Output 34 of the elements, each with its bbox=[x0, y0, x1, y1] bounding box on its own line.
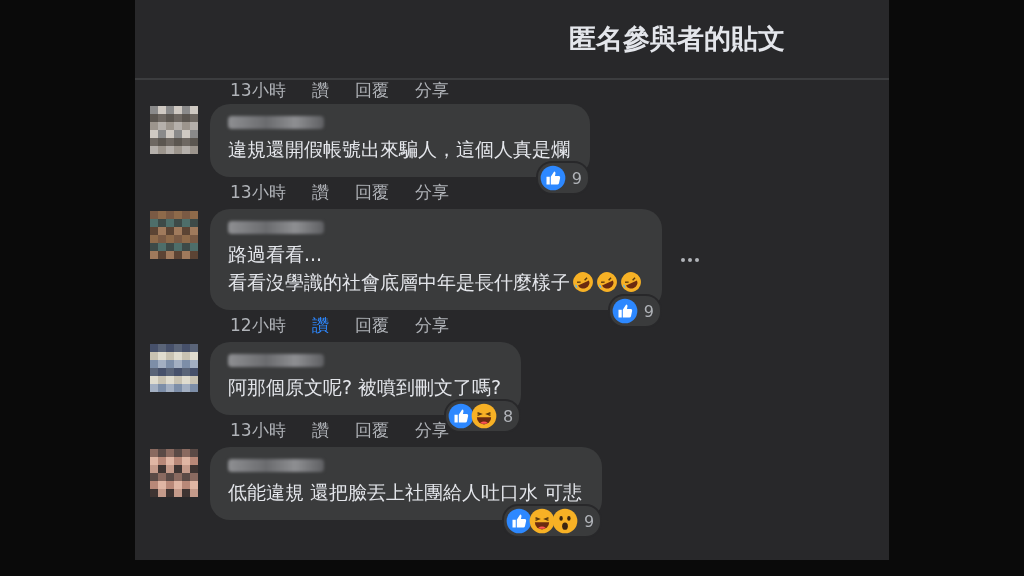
comment-time: 13小時 bbox=[230, 80, 286, 102]
blurred-name[interactable] bbox=[228, 116, 324, 129]
comment-time: 13小時 bbox=[230, 180, 286, 204]
like-link[interactable]: 讚 bbox=[311, 180, 329, 204]
comment-text: 阿那個原文呢? 被噴到刪文了嗎? bbox=[228, 375, 502, 400]
post-title: 匿名參與者的貼文 bbox=[569, 22, 785, 56]
comment-text: 低能違規 還把臉丟上社團給人吐口水 可悲 bbox=[228, 480, 583, 505]
reaction-count[interactable]: 9 bbox=[503, 506, 601, 536]
blurred-name[interactable] bbox=[228, 459, 324, 472]
blurred-name[interactable] bbox=[228, 354, 324, 367]
comment-time: 12小時 bbox=[230, 313, 286, 337]
share-link[interactable]: 分享 bbox=[414, 418, 449, 442]
like-link[interactable]: 讚 bbox=[311, 418, 329, 442]
like-link[interactable]: 讚 bbox=[311, 80, 329, 102]
reply-link[interactable]: 回覆 bbox=[354, 313, 389, 337]
reaction-count[interactable]: 8 bbox=[446, 401, 520, 431]
blurred-name[interactable] bbox=[228, 221, 324, 234]
share-link[interactable]: 分享 bbox=[414, 80, 449, 102]
reply-link[interactable]: 回覆 bbox=[354, 180, 389, 204]
like-link[interactable]: 讚 bbox=[311, 313, 329, 337]
reply-link[interactable]: 回覆 bbox=[354, 418, 389, 442]
avatar[interactable] bbox=[150, 344, 198, 392]
comment-text: 看看沒學識的社會底層中年是長什麼樣子 bbox=[228, 270, 570, 295]
share-link[interactable]: 分享 bbox=[414, 313, 449, 337]
comment-text: 違規還開假帳號出來騙人，這個人真是爛 bbox=[228, 137, 570, 162]
avatar[interactable] bbox=[150, 449, 198, 497]
reply-link[interactable]: 回覆 bbox=[354, 80, 389, 102]
more-icon[interactable] bbox=[680, 256, 700, 263]
reaction-count[interactable]: 9 bbox=[537, 163, 588, 193]
avatar[interactable] bbox=[150, 106, 198, 154]
reaction-count[interactable]: 9 bbox=[609, 296, 660, 326]
share-link[interactable]: 分享 bbox=[414, 180, 449, 204]
comment-time: 13小時 bbox=[230, 418, 286, 442]
comment-text: 路過看看... bbox=[228, 242, 323, 267]
